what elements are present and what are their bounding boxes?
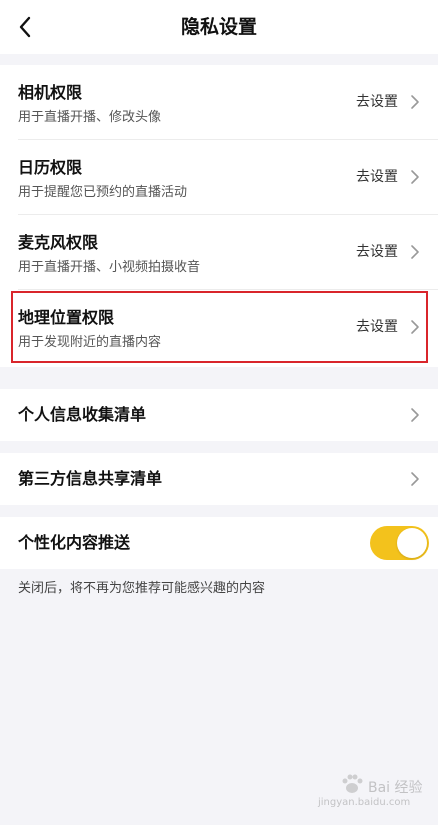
row-label: 个性化内容推送 (18, 533, 131, 552)
row-label: 第三方信息共享清单 (18, 469, 163, 488)
location-permission-row[interactable]: 地理位置权限 用于发现附近的直播内容 去设置 (0, 290, 438, 365)
personalization-note: 关闭后，将不再为您推荐可能感兴趣的内容 (18, 581, 266, 596)
permission-description: 用于发现附近的直播内容 (18, 335, 162, 350)
permission-title: 相机权限 (18, 83, 83, 102)
permission-description: 用于直播开播、小视频拍摄收音 (18, 260, 201, 275)
watermark-url: jingyan.baidu.com (318, 797, 411, 808)
permission-title: 麦克风权限 (18, 233, 99, 252)
chevron-right-icon (411, 245, 419, 259)
personalization-toggle[interactable] (370, 526, 429, 560)
chevron-right-icon (411, 472, 419, 486)
page-title: 隐私设置 (180, 16, 257, 38)
permission-title: 地理位置权限 (18, 308, 115, 327)
row-label: 个人信息收集清单 (18, 405, 147, 424)
back-button[interactable] (8, 10, 42, 44)
chevron-right-icon (411, 170, 419, 184)
go-settings-link[interactable]: 去设置 (356, 140, 398, 215)
top-bar: 隐私设置 (0, 0, 438, 54)
permissions-card: 相机权限 用于直播开播、修改头像 去设置 日历权限 用于提醒您已预约的直播活动 … (0, 65, 438, 367)
go-settings-link[interactable]: 去设置 (356, 290, 398, 365)
chevron-right-icon (411, 95, 419, 109)
watermark-brand: Bai 经验 (368, 780, 423, 796)
chevron-right-icon (411, 320, 419, 334)
watermark: Bai 经验 jingyan.baidu.com (318, 773, 423, 813)
go-settings-link[interactable]: 去设置 (356, 65, 398, 140)
chevron-left-icon (19, 16, 31, 38)
permission-description: 用于直播开播、修改头像 (18, 110, 162, 125)
permission-title: 日历权限 (18, 158, 83, 177)
camera-permission-row[interactable]: 相机权限 用于直播开播、修改头像 去设置 (0, 65, 438, 140)
toggle-knob (397, 528, 427, 558)
microphone-permission-row[interactable]: 麦克风权限 用于直播开播、小视频拍摄收音 去设置 (0, 215, 438, 290)
chevron-right-icon (411, 408, 419, 422)
go-settings-link[interactable]: 去设置 (356, 215, 398, 290)
personalization-row: 个性化内容推送 (0, 517, 438, 569)
permission-description: 用于提醒您已预约的直播活动 (18, 185, 188, 200)
personal-info-list-row[interactable]: 个人信息收集清单 (0, 389, 438, 441)
third-party-list-row[interactable]: 第三方信息共享清单 (0, 453, 438, 505)
calendar-permission-row[interactable]: 日历权限 用于提醒您已预约的直播活动 去设置 (0, 140, 438, 215)
paw-icon (342, 774, 363, 793)
